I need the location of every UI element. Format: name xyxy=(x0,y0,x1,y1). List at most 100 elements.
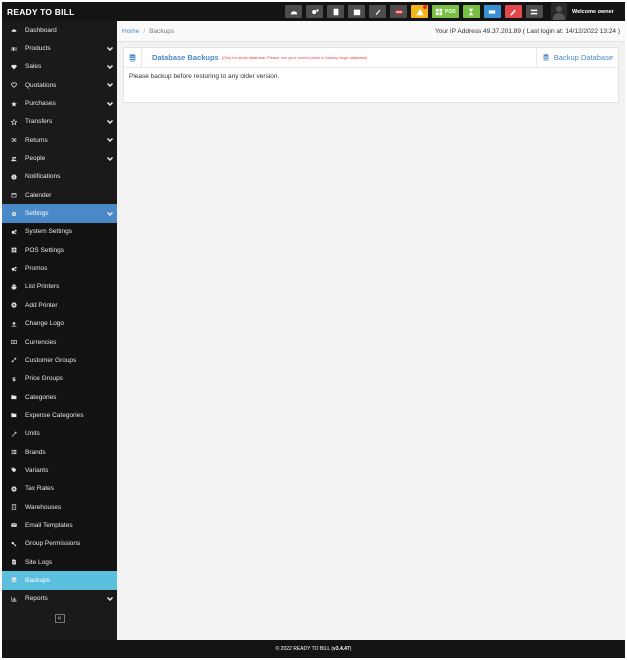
sidebar-collapse-button[interactable]: « xyxy=(54,613,65,623)
th-large-icon xyxy=(2,247,25,253)
sidebar-item-system-settings[interactable]: System Settings xyxy=(2,222,117,242)
calculator-icon xyxy=(333,8,338,15)
cogs-icon xyxy=(311,8,319,14)
barcode-icon xyxy=(2,46,25,52)
sidebar-item-site-logs[interactable]: Site Logs xyxy=(2,552,117,572)
th-icon xyxy=(530,9,538,14)
sidebar-item-label: Promos xyxy=(25,265,48,273)
sidebar-item-label: Warehouses xyxy=(25,503,62,511)
tags-icon xyxy=(2,467,25,473)
footer-suffix: ) xyxy=(349,646,352,652)
sidebar-item-tax-rates[interactable]: Tax Rates xyxy=(2,479,117,498)
app-frame: READY TO BILL POS Welcome owner Dashboar… xyxy=(2,2,625,658)
sidebar-item-currencies[interactable]: Currencies xyxy=(2,332,117,352)
sidebar-item-label: List Printers xyxy=(25,283,60,291)
folder-open-icon xyxy=(2,412,25,418)
calculator-button[interactable] xyxy=(327,5,344,18)
backups-panel: Database Backups (Only for small databas… xyxy=(123,47,619,103)
building-icon xyxy=(2,504,25,510)
sidebar-item-people[interactable]: People xyxy=(2,149,117,167)
sidebar-item-label: Categories xyxy=(25,393,57,401)
sidebar-item-calender[interactable]: Calender xyxy=(2,186,117,204)
register-details-button[interactable] xyxy=(462,5,480,18)
today-sale-button[interactable] xyxy=(483,5,501,18)
sidebar-item-products[interactable]: Products xyxy=(2,39,117,57)
language-button[interactable] xyxy=(390,5,407,18)
sidebar-item-promos[interactable]: Promos xyxy=(2,259,117,278)
hourglass-icon xyxy=(468,8,474,15)
th-list-icon xyxy=(2,449,25,455)
welcome-text: Welcome owner xyxy=(572,8,614,15)
sidebar-item-expense-categories[interactable]: Expense Categories xyxy=(2,406,117,425)
styles-button[interactable] xyxy=(369,5,386,18)
breadcrumb-home-link[interactable]: Home xyxy=(122,28,139,35)
sidebar-item-backups[interactable]: Backups xyxy=(2,571,117,590)
panel-header: Database Backups (Only for small databas… xyxy=(124,48,618,68)
file-text-icon xyxy=(2,559,25,565)
pencil-icon xyxy=(510,9,516,15)
panel-title: Database Backups xyxy=(152,53,219,62)
sidebar-item-warehouses[interactable]: Warehouses xyxy=(2,497,117,517)
sidebar-item-reports[interactable]: Reports xyxy=(2,590,117,608)
sidebar-item-change-logo[interactable]: Change Logo xyxy=(2,314,117,333)
cogs-icon xyxy=(2,266,25,272)
sidebar-item-label: Brands xyxy=(25,448,46,456)
alerts-button[interactable] xyxy=(411,5,428,18)
sidebar-item-settings[interactable]: Settings xyxy=(2,204,117,223)
user-menu[interactable]: Welcome owner xyxy=(551,2,614,21)
info-icon xyxy=(2,174,25,180)
sidebar-item-label: Group Permissions xyxy=(25,540,81,548)
chevron-down-icon xyxy=(103,119,117,124)
chevron-down-icon xyxy=(103,46,117,51)
folder-open-icon xyxy=(2,394,25,400)
footer-version: v3.4.47 xyxy=(333,646,350,652)
users-icon xyxy=(2,156,25,162)
dashboard-shortcut-button[interactable] xyxy=(285,5,302,18)
sidebar-item-label: Backups xyxy=(25,576,50,584)
sidebar-item-dashboard[interactable]: Dashboard xyxy=(2,21,117,39)
sidebar-item-list-printers[interactable]: List Printers xyxy=(2,277,117,297)
settings-shortcut-button[interactable] xyxy=(306,5,323,18)
sidebar-item-customer-groups[interactable]: Customer Groups xyxy=(2,351,117,370)
footer-copyright: © 2022 READY TO BILL ( xyxy=(275,646,334,652)
upload-icon xyxy=(2,321,25,327)
sidebar-item-label: System Settings xyxy=(25,228,72,236)
sidebar-item-group-permissions[interactable]: Group Permissions xyxy=(2,534,117,553)
cog-icon xyxy=(2,211,25,217)
sidebar-item-transfers[interactable]: Transfers xyxy=(2,113,117,131)
star-outline-icon xyxy=(2,118,25,125)
calendar-icon xyxy=(2,192,25,198)
breadcrumb: Home / Backups Your IP Address 49.37.201… xyxy=(117,21,625,42)
heart-icon xyxy=(2,64,25,70)
sidebar-item-sales[interactable]: Sales xyxy=(2,58,117,76)
sidebar-item-brands[interactable]: Brands xyxy=(2,442,117,462)
sidebar-item-label: Quotations xyxy=(25,81,57,89)
pos-button-label: POS xyxy=(445,8,456,15)
sidebar-item-label: Email Templates xyxy=(25,521,73,529)
sidebar-item-units[interactable]: Units xyxy=(2,424,117,443)
chain-icon xyxy=(2,357,25,363)
backup-database-button[interactable]: Backup Database xyxy=(535,48,618,67)
sidebar-item-price-groups[interactable]: $ Price Groups xyxy=(2,369,117,388)
calendar-shortcut-button[interactable] xyxy=(348,5,365,18)
grid-menu-button[interactable] xyxy=(525,5,543,18)
sidebar-item-variants[interactable]: Variants xyxy=(2,461,117,480)
flag-icon xyxy=(395,9,402,14)
key-icon xyxy=(2,541,25,547)
envelope-icon xyxy=(2,522,25,528)
pos-button[interactable]: POS xyxy=(432,5,459,18)
sidebar-item-purchases[interactable]: Purchases xyxy=(2,94,117,112)
sidebar-item-notifications[interactable]: Notifications xyxy=(2,168,117,186)
database-icon xyxy=(2,577,25,583)
sidebar-item-pos-settings[interactable]: POS Settings xyxy=(2,241,117,260)
sidebar-item-add-printer[interactable]: Add Printer xyxy=(2,296,117,315)
database-icon xyxy=(124,48,142,67)
sidebar-item-categories[interactable]: Categories xyxy=(2,387,117,407)
sidebar-item-email-templates[interactable]: Email Templates xyxy=(2,516,117,535)
close-register-button[interactable] xyxy=(504,5,522,18)
chevron-down-icon xyxy=(103,64,117,69)
sidebar-item-returns[interactable]: Returns xyxy=(2,131,117,149)
sidebar: Dashboard Products Sales Quotations Purchase… xyxy=(2,21,117,640)
sidebar-item-quotations[interactable]: Quotations xyxy=(2,76,117,94)
brand-logo[interactable]: READY TO BILL xyxy=(2,7,117,17)
